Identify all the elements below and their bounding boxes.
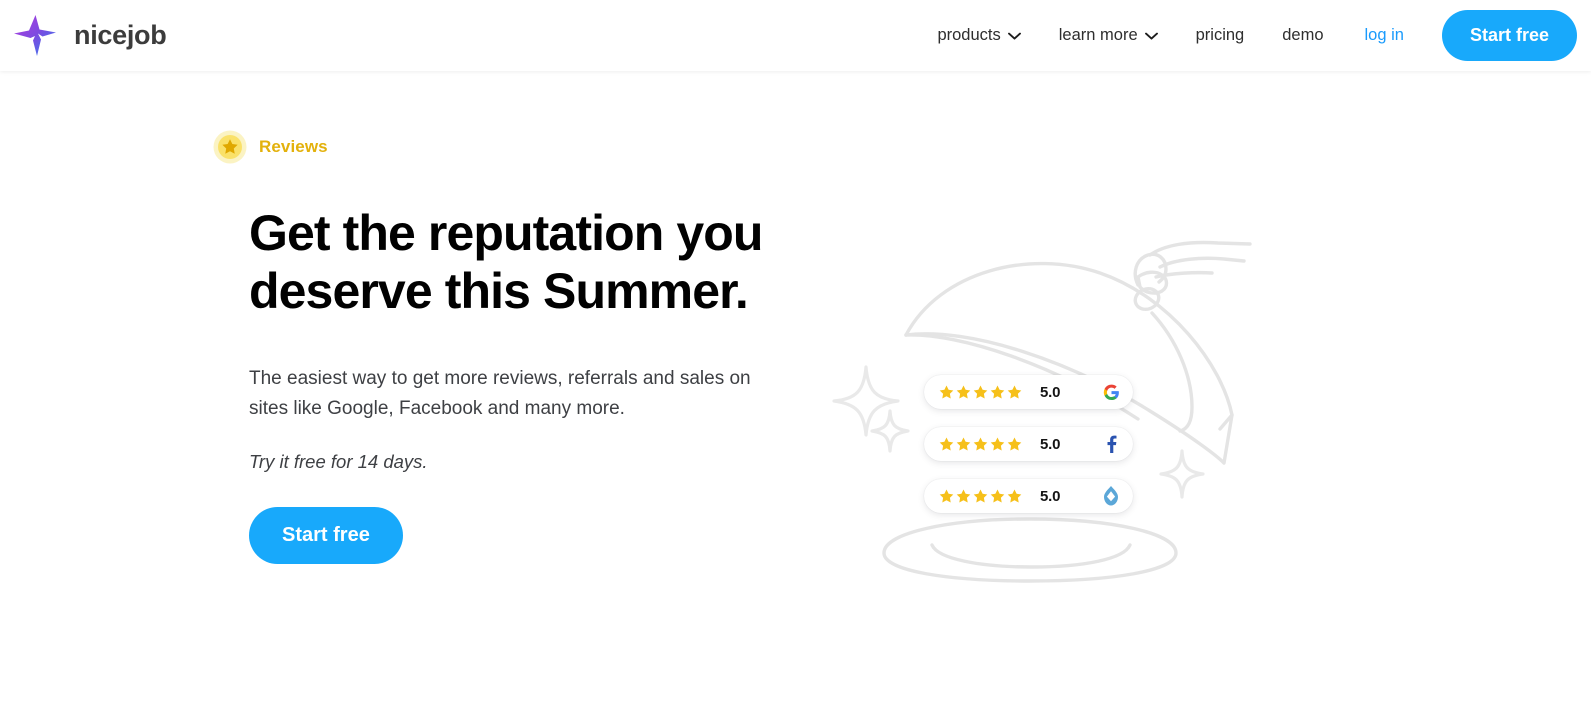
review-card[interactable]: 5.0 <box>924 479 1133 513</box>
star-icon <box>956 489 971 502</box>
rating-score: 5.0 <box>1040 487 1061 505</box>
hero-subtext: The easiest way to get more reviews, ref… <box>249 368 751 420</box>
star-icon <box>990 437 1005 450</box>
review-card[interactable]: 5.0 <box>924 375 1133 409</box>
chevron-down-icon <box>1007 32 1021 40</box>
star-icon <box>956 385 971 398</box>
nav-item-learn-more[interactable]: learn more <box>1040 0 1177 71</box>
star-icon <box>973 437 988 450</box>
eyebrow: Reviews <box>213 130 869 164</box>
platter-inner <box>930 543 1132 569</box>
nav-item-products[interactable]: products <box>918 0 1039 71</box>
star-icon <box>1007 437 1022 450</box>
landing-page: nicejob products learn more pricing demo <box>0 0 1591 706</box>
hero-trial-note: Try it free for 14 days. <box>249 451 428 473</box>
site-header: nicejob products learn more pricing demo <box>0 0 1591 71</box>
main-nav: products learn more pricing demo log in <box>918 0 1577 71</box>
login-label: log in <box>1364 26 1404 44</box>
header-start-free-button[interactable]: Start free <box>1441 10 1577 61</box>
facebook-f-icon <box>1102 434 1120 454</box>
nav-label: products <box>937 26 1001 44</box>
sparkle-icon <box>1159 449 1205 499</box>
star-icon <box>990 489 1005 502</box>
hero-start-free-button[interactable]: Start free <box>249 507 403 565</box>
hand-finger-1 <box>1148 240 1252 257</box>
chevron-down-icon <box>1144 32 1158 40</box>
rating-score: 5.0 <box>1040 435 1061 453</box>
google-g-icon <box>1102 382 1120 402</box>
star-icon <box>956 437 971 450</box>
sparkle-icon <box>870 409 910 453</box>
hero-illustration: 5.0 5.0 5.0 <box>820 215 1280 615</box>
login-link[interactable]: log in <box>1343 0 1426 71</box>
nextdoor-diamond-icon <box>1102 486 1120 506</box>
eyebrow-label: Reviews <box>259 137 328 156</box>
review-card[interactable]: 5.0 <box>924 427 1133 461</box>
star-icon <box>973 385 988 398</box>
rating-score: 5.0 <box>1040 383 1061 401</box>
nav-item-pricing[interactable]: pricing <box>1177 0 1264 71</box>
hero-content: Reviews Get the reputation you deserve t… <box>213 130 869 565</box>
platter-icon <box>882 517 1178 583</box>
page-title: Get the reputation you deserve this Summ… <box>249 205 763 319</box>
star-rating <box>938 488 1023 505</box>
nav-item-demo[interactable]: demo <box>1263 0 1342 71</box>
hand-finger-2 <box>1158 256 1246 269</box>
nav-label: pricing <box>1195 26 1245 44</box>
nicejob-star-logo-icon <box>14 14 56 56</box>
nav-label: learn more <box>1058 26 1138 44</box>
star-icon <box>939 385 954 398</box>
star-icon <box>939 437 954 450</box>
star-icon <box>1007 489 1022 502</box>
star-rating <box>938 384 1023 401</box>
star-badge-icon <box>213 130 247 164</box>
star-icon <box>939 489 954 502</box>
sparkle-icon <box>832 365 900 437</box>
brand-name: nicejob <box>74 20 167 50</box>
star-rating <box>938 436 1023 453</box>
star-icon <box>990 385 1005 398</box>
star-icon <box>973 489 988 502</box>
star-icon <box>1007 385 1022 398</box>
nav-label: demo <box>1282 26 1324 44</box>
review-card-list: 5.0 5.0 5.0 <box>924 375 1133 513</box>
brand-logo-link[interactable]: nicejob <box>8 9 167 63</box>
